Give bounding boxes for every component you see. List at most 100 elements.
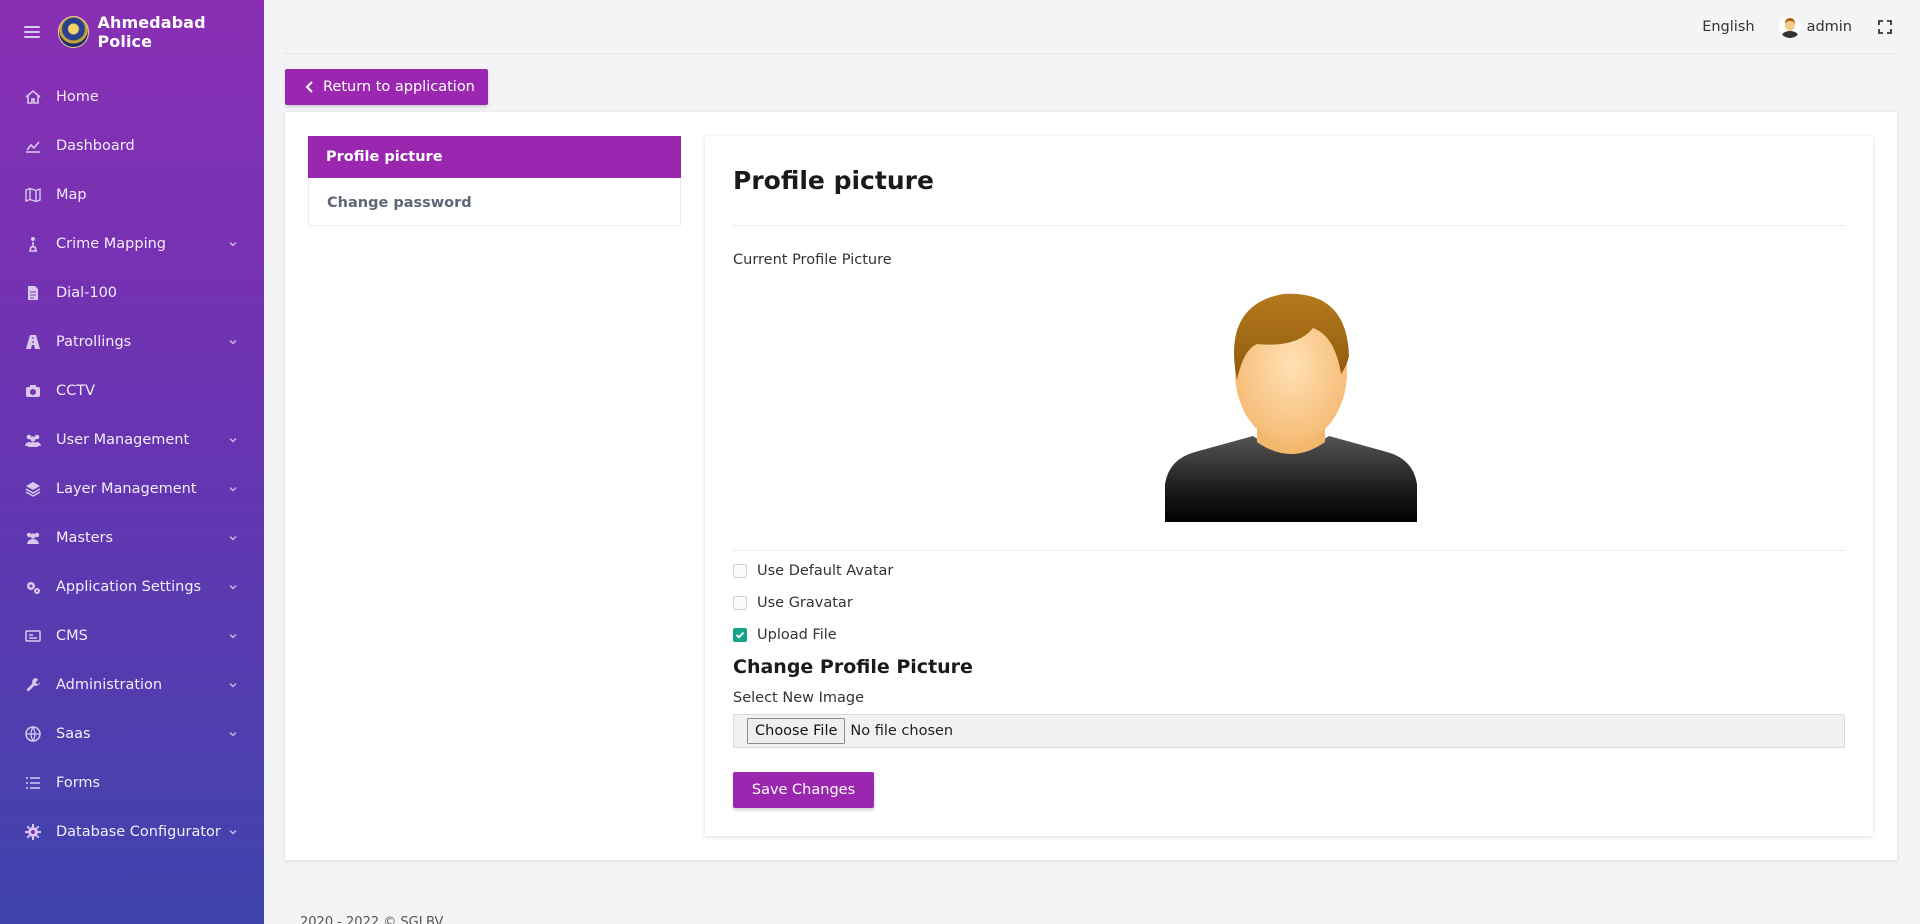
chevron-down-icon — [228, 582, 238, 592]
panel-title: Profile picture — [733, 166, 934, 195]
return-to-application-button[interactable]: Return to application — [285, 69, 488, 105]
sidebar-item-label: User Management — [56, 431, 190, 448]
sidebar-item-patrollings[interactable]: Patrollings — [0, 317, 264, 366]
sidebar-item-label: Home — [56, 88, 99, 105]
save-changes-button[interactable]: Save Changes — [733, 772, 874, 808]
sidebar-brand: Ahmedabad Police — [0, 0, 264, 64]
sidebar-item-crime-mapping[interactable]: Crime Mapping — [0, 219, 264, 268]
return-button-label: Return to application — [323, 79, 475, 95]
sidebar-item-label: Map — [56, 186, 87, 203]
map-icon — [24, 186, 42, 204]
sidebar-item-label: Database Configurator — [56, 823, 221, 840]
upload-file-checkbox[interactable] — [733, 628, 747, 642]
choose-file-button[interactable]: Choose File — [747, 718, 846, 744]
globe-icon — [24, 725, 42, 743]
sidebar-item-label: CMS — [56, 627, 88, 644]
sidebar-item-label: Saas — [56, 725, 91, 742]
sidebar-item-user-management[interactable]: User Management — [0, 415, 264, 464]
sidebar-item-label: Patrollings — [56, 333, 132, 350]
current-profile-picture — [1165, 284, 1417, 522]
settings-tabs: Profile picture Change password — [308, 136, 681, 226]
police-logo — [57, 16, 90, 48]
upload-file-option[interactable]: Upload File — [733, 627, 837, 643]
sidebar-item-administration[interactable]: Administration — [0, 660, 264, 709]
file-status: No file chosen — [850, 723, 954, 739]
hamburger-menu-icon[interactable] — [24, 26, 40, 38]
profile-picture-panel: Profile picture Current Profile Picture — [705, 136, 1873, 836]
chevron-down-icon — [228, 680, 238, 690]
sidebar-item-masters[interactable]: Masters — [0, 513, 264, 562]
topbar: English admin — [264, 0, 1920, 54]
group-icon — [24, 529, 42, 547]
chevron-down-icon — [228, 729, 238, 739]
gears-icon — [24, 578, 42, 596]
upload-file-label: Upload File — [757, 627, 837, 643]
sidebar-item-dial-100[interactable]: Dial-100 — [0, 268, 264, 317]
sidebar-item-label: Layer Management — [56, 480, 197, 497]
gravatar-checkbox[interactable] — [733, 596, 747, 610]
chart-line-icon — [24, 137, 42, 155]
chevron-down-icon — [228, 533, 238, 543]
home-icon — [24, 88, 42, 106]
sidebar-item-cctv[interactable]: CCTV — [0, 366, 264, 415]
check-icon — [735, 631, 745, 639]
sidebar-item-label: CCTV — [56, 382, 96, 399]
wrench-icon — [24, 676, 42, 694]
document-icon — [24, 284, 42, 302]
use-gravatar-option[interactable]: Use Gravatar — [733, 595, 853, 611]
file-input[interactable]: Choose File No file chosen — [733, 714, 1845, 748]
language-selector[interactable]: English — [1702, 19, 1754, 35]
sidebar-item-layer-management[interactable]: Layer Management — [0, 464, 264, 513]
sidebar-item-dashboard[interactable]: Dashboard — [0, 121, 264, 170]
list-icon — [24, 774, 42, 792]
settings-card: Profile picture Change password Profile … — [285, 112, 1897, 860]
sidebar-item-label: Dashboard — [56, 137, 135, 154]
sidebar-item-label: Administration — [56, 676, 163, 693]
chevron-down-icon — [228, 239, 238, 249]
sidebar-item-application-settings[interactable]: Application Settings — [0, 562, 264, 611]
chevron-down-icon — [228, 435, 238, 445]
tab-change-password[interactable]: Change password — [308, 178, 681, 226]
change-picture-heading: Change Profile Picture — [733, 656, 973, 678]
chevron-down-icon — [228, 631, 238, 641]
picture-divider — [733, 550, 1845, 551]
sidebar-nav: Home Dashboard Map Crime Mapping Dial-100 Pat… — [0, 72, 264, 856]
sidebar-item-cms[interactable]: CMS — [0, 611, 264, 660]
chevron-down-icon — [228, 337, 238, 347]
gravatar-label: Use Gravatar — [757, 595, 853, 611]
gear-icon — [24, 823, 42, 841]
chevron-down-icon — [228, 827, 238, 837]
sidebar-item-database-configurator[interactable]: Database Configurator — [0, 807, 264, 856]
cms-icon — [24, 627, 42, 645]
layers-icon — [24, 480, 42, 498]
crime-icon — [24, 235, 42, 253]
title-divider — [733, 225, 1845, 226]
camera-icon — [24, 382, 42, 400]
sidebar-item-label: Masters — [56, 529, 114, 546]
sidebar: Ahmedabad Police Home Dashboard Map Crime M… — [0, 0, 264, 924]
default-avatar-label: Use Default Avatar — [757, 563, 894, 579]
sidebar-item-label: Dial-100 — [56, 284, 118, 301]
chevron-left-icon — [305, 81, 315, 93]
road-icon — [24, 333, 42, 351]
chevron-down-icon — [228, 484, 238, 494]
fullscreen-icon[interactable] — [1878, 20, 1892, 34]
current-picture-label: Current Profile Picture — [733, 252, 892, 268]
footer-copyright: 2020 - 2022 © SGLBV — [300, 915, 444, 924]
sidebar-item-label: Forms — [56, 774, 101, 791]
sidebar-item-saas[interactable]: Saas — [0, 709, 264, 758]
sidebar-item-label: Application Settings — [56, 578, 202, 595]
brand-title: Ahmedabad Police — [97, 13, 206, 51]
default-avatar-checkbox[interactable] — [733, 564, 747, 578]
sidebar-item-label: Crime Mapping — [56, 235, 166, 252]
sidebar-item-forms[interactable]: Forms — [0, 758, 264, 807]
users-icon — [24, 431, 42, 449]
tab-profile-picture[interactable]: Profile picture — [308, 136, 681, 178]
sidebar-item-home[interactable]: Home — [0, 72, 264, 121]
use-default-avatar-option[interactable]: Use Default Avatar — [733, 563, 893, 579]
user-avatar — [1778, 16, 1801, 38]
user-menu[interactable]: admin — [1778, 16, 1852, 38]
select-image-label: Select New Image — [733, 690, 864, 706]
sidebar-item-map[interactable]: Map — [0, 170, 264, 219]
user-name: admin — [1806, 19, 1852, 35]
